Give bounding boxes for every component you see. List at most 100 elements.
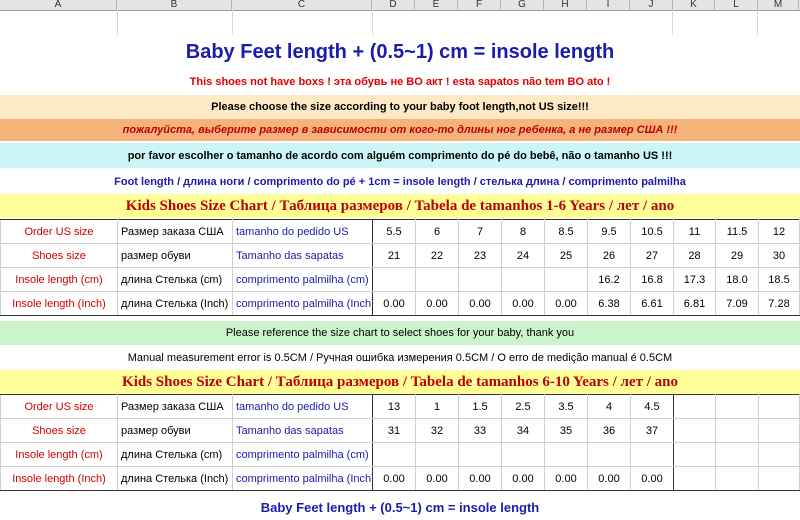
size-cell[interactable]: 0.00	[415, 466, 459, 491]
size-cell[interactable]: 30	[758, 243, 800, 268]
size-cell[interactable]	[415, 267, 459, 292]
size-cell[interactable]: 28	[673, 243, 716, 268]
label-english[interactable]: Insole length (Inch)	[0, 466, 118, 491]
column-header-i[interactable]: I	[587, 0, 630, 10]
size-cell[interactable]	[458, 442, 502, 467]
size-cell[interactable]: 0.00	[458, 466, 502, 491]
column-header-b[interactable]: B	[117, 0, 232, 10]
column-header-f[interactable]: F	[458, 0, 501, 10]
size-cell[interactable]: 0.00	[501, 466, 545, 491]
size-cell[interactable]: 7.09	[715, 291, 759, 316]
label-russian[interactable]: длина Стелька (cm)	[117, 267, 233, 292]
size-cell[interactable]: 5.5	[372, 219, 416, 244]
size-cell[interactable]	[758, 466, 800, 491]
size-cell[interactable]	[673, 418, 716, 443]
label-russian[interactable]: Размер заказа США	[117, 394, 233, 419]
label-english[interactable]: Shoes size	[0, 243, 118, 268]
size-cell[interactable]: 4.5	[630, 394, 674, 419]
size-cell[interactable]: 11.5	[715, 219, 759, 244]
column-header-a[interactable]: A	[0, 0, 117, 10]
size-cell[interactable]: 0.00	[630, 466, 674, 491]
size-cell[interactable]: 0.00	[372, 466, 416, 491]
size-cell[interactable]: 17.3	[673, 267, 716, 292]
label-portuguese[interactable]: Tamanho das sapatas	[232, 243, 373, 268]
size-cell[interactable]: 10.5	[630, 219, 674, 244]
size-cell[interactable]: 1	[415, 394, 459, 419]
size-cell[interactable]: 12	[758, 219, 800, 244]
size-cell[interactable]: 8	[501, 219, 545, 244]
label-russian[interactable]: длина Стелька (Inch)	[117, 466, 233, 491]
size-cell[interactable]: 23	[458, 243, 502, 268]
label-english[interactable]: Order US size	[0, 219, 118, 244]
column-header-k[interactable]: K	[673, 0, 715, 10]
size-cell[interactable]: 7	[458, 219, 502, 244]
size-cell[interactable]: 6.38	[587, 291, 631, 316]
label-portuguese[interactable]: tamanho do pedido US	[232, 219, 373, 244]
size-cell[interactable]	[673, 394, 716, 419]
size-cell[interactable]: 32	[415, 418, 459, 443]
size-cell[interactable]: 25	[544, 243, 588, 268]
size-cell[interactable]: 33	[458, 418, 502, 443]
label-portuguese[interactable]: comprimento palmilha (cm)	[232, 267, 373, 292]
size-cell[interactable]: 11	[673, 219, 716, 244]
size-cell[interactable]: 26	[587, 243, 631, 268]
size-cell[interactable]	[715, 442, 759, 467]
column-header-h[interactable]: H	[544, 0, 587, 10]
size-cell[interactable]: 27	[630, 243, 674, 268]
label-portuguese[interactable]: comprimento palmilha (Inch)	[232, 466, 373, 491]
size-cell[interactable]	[715, 418, 759, 443]
size-cell[interactable]: 8.5	[544, 219, 588, 244]
size-cell[interactable]	[544, 267, 588, 292]
column-header-c[interactable]: C	[232, 0, 372, 10]
size-cell[interactable]: 6.81	[673, 291, 716, 316]
size-cell[interactable]	[758, 394, 800, 419]
size-cell[interactable]: 1.5	[458, 394, 502, 419]
size-cell[interactable]	[501, 267, 545, 292]
column-header-g[interactable]: G	[501, 0, 544, 10]
label-russian[interactable]: длина Стелька (Inch)	[117, 291, 233, 316]
size-cell[interactable]	[630, 442, 674, 467]
label-portuguese[interactable]: Tamanho das sapatas	[232, 418, 373, 443]
label-russian[interactable]: Размер заказа США	[117, 219, 233, 244]
column-header-l[interactable]: L	[715, 0, 758, 10]
size-cell[interactable]	[673, 466, 716, 491]
size-cell[interactable]	[458, 267, 502, 292]
size-cell[interactable]: 18.5	[758, 267, 800, 292]
size-cell[interactable]: 0.00	[544, 466, 588, 491]
size-cell[interactable]	[544, 442, 588, 467]
size-cell[interactable]: 7.28	[758, 291, 800, 316]
label-russian[interactable]: размер обуви	[117, 243, 233, 268]
label-russian[interactable]: длина Стелька (cm)	[117, 442, 233, 467]
size-cell[interactable]: 9.5	[587, 219, 631, 244]
size-cell[interactable]: 0.00	[544, 291, 588, 316]
size-cell[interactable]	[372, 267, 416, 292]
size-cell[interactable]: 0.00	[587, 466, 631, 491]
size-cell[interactable]	[501, 442, 545, 467]
size-cell[interactable]: 37	[630, 418, 674, 443]
size-cell[interactable]: 16.2	[587, 267, 631, 292]
size-cell[interactable]: 0.00	[372, 291, 416, 316]
size-cell[interactable]: 6	[415, 219, 459, 244]
column-header-d[interactable]: D	[372, 0, 415, 10]
size-cell[interactable]: 31	[372, 418, 416, 443]
size-cell[interactable]: 29	[715, 243, 759, 268]
label-english[interactable]: Shoes size	[0, 418, 118, 443]
column-header-e[interactable]: E	[415, 0, 458, 10]
label-portuguese[interactable]: comprimento palmilha (Inch)	[232, 291, 373, 316]
size-cell[interactable]: 36	[587, 418, 631, 443]
label-portuguese[interactable]: tamanho do pedido US	[232, 394, 373, 419]
size-cell[interactable]: 35	[544, 418, 588, 443]
size-cell[interactable]: 3.5	[544, 394, 588, 419]
size-cell[interactable]: 0.00	[458, 291, 502, 316]
size-cell[interactable]	[587, 442, 631, 467]
size-cell[interactable]: 16.8	[630, 267, 674, 292]
size-cell[interactable]	[715, 394, 759, 419]
size-cell[interactable]: 4	[587, 394, 631, 419]
size-cell[interactable]: 21	[372, 243, 416, 268]
label-english[interactable]: Order US size	[0, 394, 118, 419]
size-cell[interactable]: 0.00	[415, 291, 459, 316]
size-cell[interactable]	[758, 418, 800, 443]
label-english[interactable]: Insole length (cm)	[0, 442, 118, 467]
label-english[interactable]: Insole length (cm)	[0, 267, 118, 292]
label-russian[interactable]: размер обуви	[117, 418, 233, 443]
